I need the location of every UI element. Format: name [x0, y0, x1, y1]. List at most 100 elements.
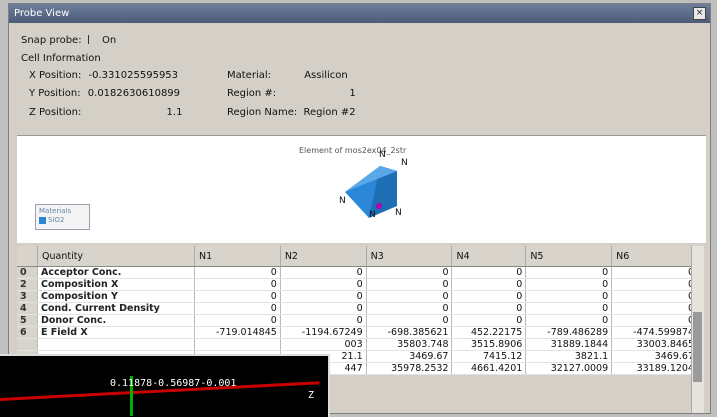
- node-value-n2: 0: [280, 278, 367, 291]
- probe-view-window: Probe View × Snap probe: On Cell Informa…: [8, 3, 711, 414]
- table-vertical-scrollbar[interactable]: [691, 246, 704, 413]
- probe-point: [376, 203, 382, 209]
- close-icon[interactable]: ×: [693, 7, 706, 20]
- row-index: 2: [17, 278, 38, 291]
- snap-probe-value: On: [101, 35, 117, 46]
- node-value-n3: 0: [366, 302, 453, 315]
- row-index: 5: [17, 314, 38, 327]
- axis-text: 0.11878-0.56987-0.001: [110, 378, 237, 389]
- node-value-n1: 0: [194, 302, 281, 315]
- y-position-value: 0.0182630610899: [87, 88, 181, 99]
- row-index: 3: [17, 290, 38, 303]
- legend-item: SiO2: [48, 216, 65, 224]
- node-value-n3: 0: [366, 278, 453, 291]
- table-row[interactable]: 003 35803.748 3515.8906 31889.1844 33003.846…: [17, 338, 698, 351]
- x-position-value: -0.331025595953: [88, 70, 179, 81]
- node-value-n2: 0: [280, 290, 367, 303]
- cell-information-title: Cell Information: [21, 53, 101, 64]
- axis-overlay: 0.11878-0.56987-0.001 Z: [0, 354, 330, 417]
- node-value-n6: 33003.8465: [611, 338, 698, 351]
- header-quantity[interactable]: Quantity: [37, 246, 195, 267]
- node-value-n6: 0: [611, 266, 698, 279]
- node-value-n5: 0: [525, 314, 613, 327]
- node-value-n1: 0: [194, 266, 281, 279]
- region-number-value: 1: [349, 88, 356, 99]
- node-value-n2: 0: [280, 314, 367, 327]
- node-label-2: N: [401, 158, 408, 168]
- window-title: Probe View: [14, 8, 70, 19]
- x-position-label: X Position:: [29, 70, 82, 81]
- snap-probe-toggle[interactable]: [87, 35, 95, 44]
- table-row[interactable]: 4Cond. Current Density000000: [17, 302, 698, 315]
- node-value-n5: 3821.1: [525, 350, 613, 363]
- axis-z-label: Z: [308, 390, 315, 401]
- node-value-n6: 33189.1204: [611, 362, 698, 375]
- header-node-6[interactable]: N6: [611, 246, 698, 267]
- table-row[interactable]: 0Acceptor Conc.000000: [17, 266, 698, 279]
- node-value-n4: 0: [451, 314, 527, 327]
- scrollbar-thumb[interactable]: [693, 312, 702, 382]
- node-value-n4: 452.22175: [451, 326, 527, 339]
- node-value-n6: 0: [611, 290, 698, 303]
- quantity-name: Composition X: [37, 278, 195, 291]
- quantity-name: Cond. Current Density: [37, 302, 195, 315]
- region-number-row: Region #: 1: [227, 88, 356, 99]
- node-value-n6: 0: [611, 302, 698, 315]
- node-value-n5: 0: [525, 278, 613, 291]
- node-value-n2: 0: [280, 266, 367, 279]
- header-node-3[interactable]: N3: [366, 246, 453, 267]
- node-label-4: N: [369, 210, 376, 220]
- node-value-n3: 35803.748: [366, 338, 453, 351]
- node-value-n1: [194, 338, 281, 351]
- node-value-n3: 0: [366, 266, 453, 279]
- table-row[interactable]: 2Composition X000000: [17, 278, 698, 291]
- node-value-n1: 0: [194, 314, 281, 327]
- header-node-5[interactable]: N5: [525, 246, 613, 267]
- table-header-row: Quantity N1 N2 N3 N4 N5 N6: [17, 246, 698, 267]
- node-value-n4: 7415.12: [451, 350, 527, 363]
- y-position-label: Y Position:: [29, 88, 81, 99]
- row-index: 0: [17, 266, 38, 279]
- node-value-n1: 0: [194, 278, 281, 291]
- table-row[interactable]: 3Composition Y000000: [17, 290, 698, 303]
- row-index: [17, 338, 38, 351]
- node-value-n3: 0: [366, 314, 453, 327]
- material-label: Material:: [227, 70, 271, 81]
- quantity-name: [37, 338, 195, 351]
- region-name-value: Region #2: [303, 107, 356, 118]
- element-graph[interactable]: Element of mos2ex04_2str N N N N N Mater…: [17, 135, 706, 243]
- node-value-n6: -474.599874: [611, 326, 698, 339]
- node-value-n1: -719.014845: [194, 326, 281, 339]
- header-index: [17, 246, 38, 267]
- row-index: 6: [17, 326, 38, 339]
- header-node-1[interactable]: N1: [194, 246, 281, 267]
- snap-probe-control[interactable]: Snap probe: On: [21, 35, 116, 46]
- y-position-row: Y Position: 0.0182630610899: [29, 88, 180, 99]
- table-row[interactable]: 5Donor Conc.000000: [17, 314, 698, 327]
- header-node-2[interactable]: N2: [280, 246, 367, 267]
- node-value-n6: 0: [611, 314, 698, 327]
- node-value-n5: 0: [525, 290, 613, 303]
- materials-legend: Materials SiO2: [35, 204, 90, 230]
- node-value-n4: 4661.4201: [451, 362, 527, 375]
- node-value-n4: 3515.8906: [451, 338, 527, 351]
- node-value-n1: 0: [194, 290, 281, 303]
- node-value-n4: 0: [451, 302, 527, 315]
- legend-title: Materials: [39, 207, 72, 215]
- quantity-name: Composition Y: [37, 290, 195, 303]
- table-row[interactable]: 6E Field X -719.014845 -1194.67249 -698.385…: [17, 326, 698, 339]
- node-value-n6: 3469.67: [611, 350, 698, 363]
- node-value-n3: 35978.2532: [366, 362, 453, 375]
- region-name-row: Region Name: Region #2: [227, 107, 356, 118]
- z-position-row: Z Position: 1.1: [29, 107, 182, 118]
- row-index: 4: [17, 302, 38, 315]
- node-value-n5: 32127.0009: [525, 362, 613, 375]
- quantity-name: E Field X: [37, 326, 195, 339]
- z-position-value: 1.1: [166, 107, 183, 118]
- node-value-n2: -1194.67249: [280, 326, 367, 339]
- node-value-n3: -698.385621: [366, 326, 453, 339]
- node-value-n4: 0: [451, 290, 527, 303]
- header-node-4[interactable]: N4: [451, 246, 527, 267]
- material-value: Assilicon: [304, 70, 348, 81]
- node-value-n2: 003: [280, 338, 367, 351]
